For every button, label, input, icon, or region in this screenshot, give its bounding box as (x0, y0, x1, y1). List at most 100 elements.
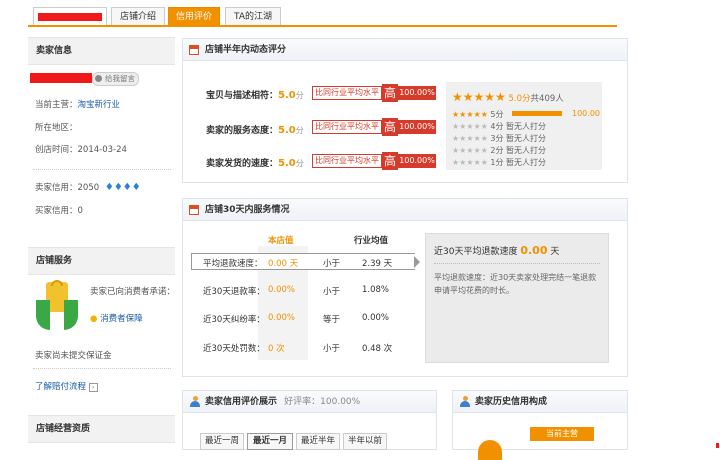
shop-service-header: 店铺服务 (28, 247, 175, 275)
dsr-label: 卖家发货的速度： (206, 159, 279, 169)
seller-credit-label: 卖家信用： (35, 183, 78, 193)
credit-display-header: 卖家信用评价展示 好评率：100.00% (183, 391, 436, 413)
dist-label: 3分 (490, 134, 504, 143)
service-label: 平均退款速度： (203, 259, 263, 269)
filter-before-half-year[interactable]: 半年以前 (343, 433, 387, 450)
dsr-row-description: 宝贝与描述相符：5.0分 (206, 88, 304, 101)
compensation-label: 了解赔付流程 (35, 382, 87, 392)
region-label: 所在地区： (35, 123, 78, 133)
compare-label: 比同行业平均水平 (312, 86, 382, 100)
star-icon: ★★★★★ (452, 110, 488, 119)
refund-info-title: 近30天平均退款速度 0.00 天 (434, 244, 559, 257)
no-deposit-text: 卖家尚未提交保证金 (35, 351, 112, 361)
message-icon (95, 75, 102, 82)
star-icon: ★★★★★ (452, 134, 488, 143)
col-industry-header: 行业均值 (354, 236, 389, 246)
leave-message-label: 给我留言 (105, 74, 135, 83)
consumer-guarantee-link[interactable]: 消费者保障 (100, 314, 143, 324)
redacted-seller-name (30, 73, 92, 83)
dsr-row-shipping: 卖家发货的速度：5.0分 (206, 156, 304, 169)
divider (33, 368, 171, 369)
service-label: 近30天退款率： (203, 287, 265, 297)
dsr-compare-description: 比同行业平均水平 高 100.00% (312, 84, 436, 102)
tab-shop-intro[interactable]: 店铺介绍 (111, 7, 165, 25)
tab-credit-rating[interactable]: 信用评价 (168, 7, 220, 25)
summary-score: 5.0分 (508, 94, 531, 104)
dist-label: 2分 (490, 146, 504, 155)
service-industry-value: 0.00% (362, 313, 390, 323)
dist-text: 暂无人打分 (506, 158, 547, 167)
compare-pct: 100.00% (398, 120, 436, 134)
arrow-right-icon: › (88, 383, 98, 392)
service-shop-value: 0.00% (268, 313, 296, 323)
compare-label: 比同行业平均水平 (312, 120, 382, 134)
service-cmp: 小于 (323, 287, 341, 297)
dsr-compare-shipping: 比同行业平均水平 高 100.00% (312, 152, 436, 170)
star-icon: ★★★★★ (452, 122, 488, 131)
main-business-row: 当前主营：淘宝新行业 (35, 98, 120, 110)
service-industry-value: 0.48 次 (362, 344, 393, 354)
dist-label: 4分 (490, 122, 504, 131)
consumer-guarantee-row[interactable]: ● 消费者保障 (90, 312, 143, 324)
region-row: 所在地区： (35, 121, 78, 133)
qualification-header: 店铺经营资质 (28, 415, 175, 443)
seller-credit-row: 卖家信用：2050 ♦♦♦♦ (35, 181, 141, 193)
user-icon (460, 396, 470, 407)
sidebar: 卖家信息 给我留言 当前主营：淘宝新行业 所在地区： 创店时间：2014-03-… (28, 35, 175, 450)
current-main-badge: 当前主营 (530, 427, 594, 441)
refund-info-value: 0.00 (520, 244, 548, 257)
edge-mark (716, 443, 719, 448)
leave-message-button[interactable]: 给我留言 (92, 72, 139, 86)
main-business-link[interactable]: 淘宝新行业 (78, 100, 121, 110)
dsr-score: 5.0 (278, 158, 296, 169)
diamond-icon[interactable]: ♦♦♦♦ (105, 182, 141, 193)
service-shop-value: 0.00% (268, 285, 296, 295)
buyer-credit-label: 买家信用： (35, 206, 78, 216)
dist-row-5: ★★★★★ 5分 100.00 (452, 109, 600, 120)
refund-info-prefix: 近30天平均退款速度 (434, 247, 518, 257)
created-row: 创店时间：2014-03-24 (35, 143, 127, 155)
seller-info-header: 卖家信息 (28, 37, 175, 65)
refund-info-divider (434, 263, 600, 264)
tab-shop-name[interactable] (33, 7, 107, 25)
tab-underline (28, 25, 617, 27)
filter-last-half-year[interactable]: 最近半年 (296, 433, 340, 450)
compare-high: 高 (382, 84, 398, 102)
dsr-unit: 分 (295, 91, 304, 100)
row-arrow-icon (414, 256, 420, 268)
buyer-credit-row: 买家信用：0 (35, 204, 83, 216)
main-business-label: 当前主营： (35, 100, 78, 110)
filter-last-week[interactable]: 最近一周 (200, 433, 244, 450)
compare-high: 高 (382, 118, 398, 136)
history-chart-arc (478, 440, 502, 460)
service-shop-value: 0 次 (268, 344, 285, 354)
dsr-unit: 分 (295, 159, 304, 168)
service-cmp: 小于 (323, 344, 341, 354)
summary-row: ★★★★★ 5.0分共409人 (452, 90, 564, 104)
service-label: 近30天纠纷率： (203, 315, 265, 325)
dist-bar-fill (512, 111, 562, 116)
created-value: 2014-03-24 (77, 145, 127, 155)
good-rate-value: 100.00% (320, 397, 361, 407)
dsr-panel-header: 店铺半年内动态评分 (183, 39, 627, 61)
filter-last-month[interactable]: 最近一月 (247, 433, 293, 450)
service-panel-header: 店铺30天内服务情况 (183, 199, 627, 221)
refund-info-desc: 平均退款速度：近30天卖家处理完结一笔退款申请平均花费的时长。 (434, 273, 597, 295)
created-label: 创店时间： (35, 145, 78, 155)
history-panel-header: 卖家历史信用构成 (453, 391, 627, 413)
dsr-score: 5.0 (278, 90, 296, 101)
dsr-score: 5.0 (278, 125, 296, 136)
dist-row-3: ★★★★★ 3分 暂无人打分 (452, 133, 546, 144)
compare-high: 高 (382, 152, 398, 170)
credit-display-title: 卖家信用评价展示 (205, 397, 278, 407)
dsr-row-service: 卖家的服务态度：5.0分 (206, 123, 304, 136)
redacted-shop-name (38, 13, 102, 21)
service-title: 店铺30天内服务情况 (205, 205, 290, 215)
dsr-label: 卖家的服务态度： (206, 126, 279, 136)
service-label: 近30天处罚数： (203, 344, 265, 354)
dist-row-1: ★★★★★ 1分 暂无人打分 (452, 157, 546, 168)
divider (33, 169, 171, 170)
user-icon (190, 396, 200, 407)
tab-ta-jianghu[interactable]: TA的江湖 (225, 7, 281, 25)
compensation-link[interactable]: 了解赔付流程 › (35, 380, 98, 392)
